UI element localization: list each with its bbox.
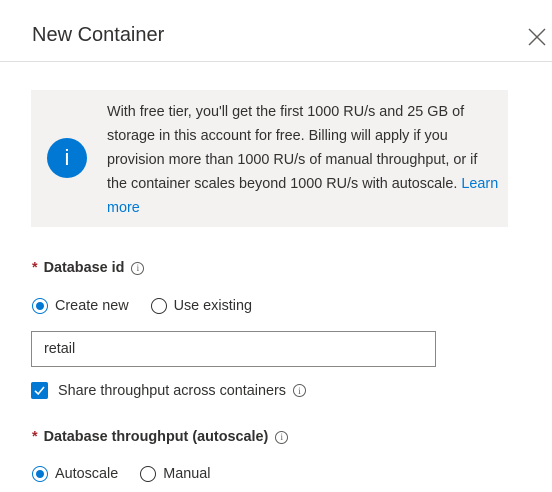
database-throughput-label: * Database throughput (autoscale) i [32, 427, 289, 447]
use-existing-radio[interactable] [150, 298, 167, 314]
manual-radio[interactable] [140, 466, 157, 482]
throughput-mode-group: Autoscale Manual [32, 466, 232, 482]
autoscale-label: Autoscale [55, 466, 119, 482]
share-throughput-info-icon[interactable]: i [293, 384, 306, 397]
use-existing-option[interactable]: Use existing [150, 298, 252, 314]
panel-title: New Container [32, 24, 165, 46]
create-new-option[interactable]: Create new [32, 298, 129, 314]
database-throughput-info-icon[interactable]: i [275, 430, 289, 444]
create-new-label: Create new [55, 298, 129, 314]
required-marker: * [32, 429, 38, 445]
autoscale-radio[interactable] [32, 466, 48, 482]
manual-option[interactable]: Manual [140, 466, 210, 482]
database-id-label-text: Database id [43, 260, 125, 276]
close-button[interactable] [526, 26, 548, 48]
close-icon [528, 28, 546, 46]
share-throughput-checkbox[interactable] [31, 382, 48, 399]
database-id-mode-group: Create new Use existing [32, 298, 274, 314]
free-tier-text: With free tier, you'll get the first 100… [107, 104, 478, 192]
use-existing-label: Use existing [173, 298, 252, 314]
checkmark-icon [34, 386, 45, 396]
info-icon: i [47, 138, 87, 178]
create-new-radio[interactable] [32, 298, 48, 314]
required-marker: * [32, 260, 38, 276]
database-id-info-icon[interactable]: i [131, 261, 145, 275]
panel-header: New Container [0, 0, 552, 62]
free-tier-message: With free tier, you'll get the first 100… [107, 100, 499, 220]
share-throughput-label: Share throughput across containers [58, 382, 286, 399]
autoscale-option[interactable]: Autoscale [32, 466, 118, 482]
share-throughput-row: Share throughput across containers i [31, 382, 306, 399]
database-id-input[interactable] [31, 331, 436, 367]
free-tier-info-banner: i With free tier, you'll get the first 1… [31, 90, 508, 227]
manual-label: Manual [163, 466, 211, 482]
database-id-label: * Database id i [32, 258, 145, 278]
database-throughput-label-text: Database throughput (autoscale) [43, 429, 269, 445]
